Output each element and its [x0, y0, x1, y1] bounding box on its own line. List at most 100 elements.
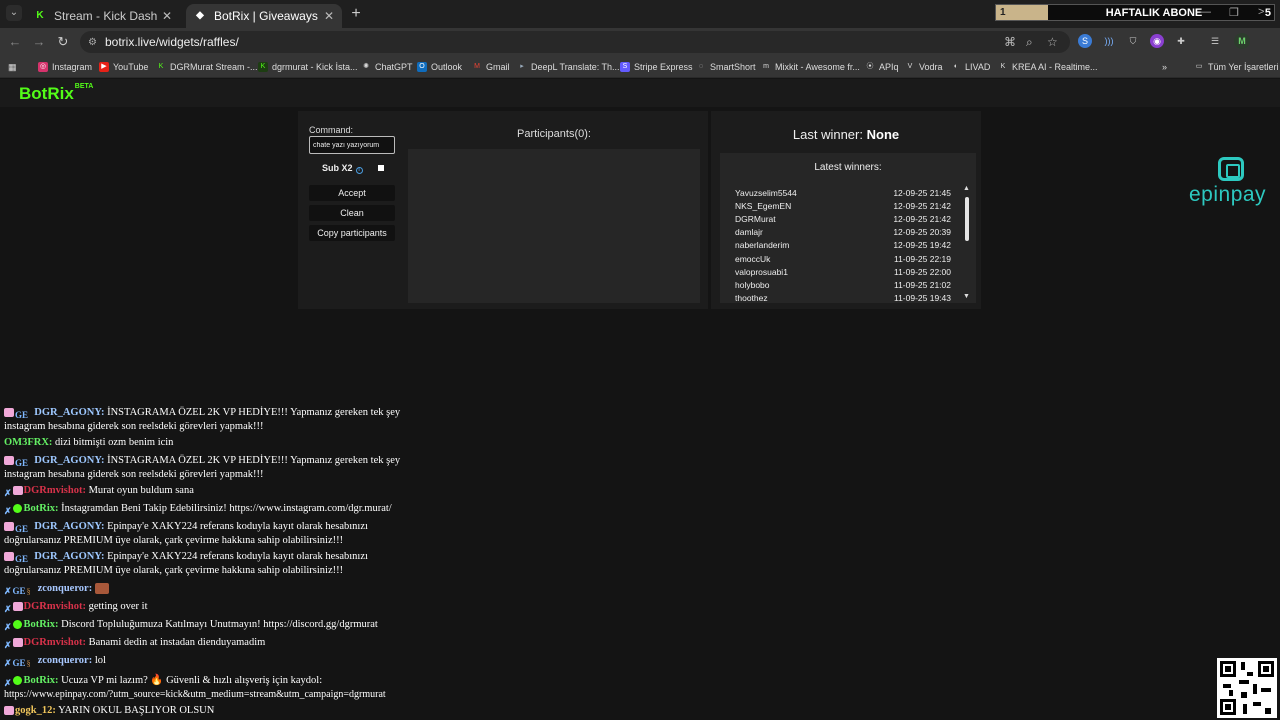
latest-winners-list[interactable]: Latest winners: Yavuzselim5544 12-09-25 2…	[720, 153, 976, 303]
bookmark-label: Tüm Yer İşaretleri	[1208, 62, 1279, 72]
bookmark-star-icon[interactable]: ☆	[1047, 31, 1058, 53]
chat-text: YARIN OKUL BAŞLIYOR OLSUN	[58, 705, 215, 716]
chat-message: ✗GE§ zconqueror:	[4, 581, 424, 596]
bookmark-mixkit[interactable]: m Mixkit - Awesome fr...	[761, 60, 860, 74]
chat-text: getting over it	[88, 601, 148, 612]
back-icon[interactable]: ←	[7, 34, 23, 50]
bookmark-chatgpt[interactable]: ✺ ChatGPT	[361, 60, 412, 74]
chat-text: Discord Topluluğumuza Katılmayı Unutmayı…	[61, 619, 378, 630]
bookmark-outlook[interactable]: O Outlook	[417, 60, 462, 74]
new-tab-button[interactable]: +	[346, 4, 366, 24]
translate-icon[interactable]: ⌘	[1004, 31, 1016, 53]
tab-search-chevron-icon[interactable]: ⌄	[6, 5, 22, 21]
winner-date: 11-09-25 22:19	[893, 254, 951, 264]
site-info-icon[interactable]: ⚙	[88, 37, 97, 48]
instagram-icon: ◎	[38, 62, 48, 72]
extensions-puzzle-icon[interactable]: ✚	[1174, 34, 1188, 48]
chat-username: DGRmvishot:	[23, 485, 86, 496]
winner-date: 12-09-25 21:42	[893, 201, 951, 211]
sub-x2-checkbox[interactable]	[378, 165, 384, 171]
logo-text: BotRix	[19, 84, 74, 103]
winner-date: 12-09-25 20:39	[893, 227, 951, 237]
zoom-icon[interactable]: ⌕	[1026, 31, 1033, 53]
participants-title: Participants(0):	[517, 128, 591, 140]
more-bookmarks-icon[interactable]: »	[1162, 60, 1167, 74]
chat-message-continued: doğrularsanız PREMIUM üye olarak, çark ç…	[4, 533, 424, 548]
reload-icon[interactable]: ↻	[55, 34, 71, 50]
winner-name: thoothez	[735, 293, 768, 303]
reading-list-icon[interactable]: ☰	[1208, 34, 1222, 48]
chat-message: GE DGR_AGONY: İNSTAGRAMA ÖZEL 2K VP HEDİ…	[4, 405, 424, 420]
winners-scrollbar[interactable]: ▲ ▼	[963, 185, 971, 303]
bookmark-livad[interactable]: ◐ LIVAD	[951, 60, 990, 74]
extension-s-icon[interactable]: S	[1078, 34, 1092, 48]
forward-icon[interactable]: →	[31, 34, 47, 50]
sword-badge-icon: ✗	[4, 506, 12, 517]
all-bookmarks-folder[interactable]: ▭ Tüm Yer İşaretleri	[1194, 60, 1279, 74]
bookmark-label: dgrmurat - Kick İsta...	[272, 62, 358, 72]
bookmark-gmail[interactable]: M Gmail	[472, 60, 509, 74]
accept-button[interactable]: Accept	[309, 185, 395, 201]
chat-username: DGR_AGONY:	[34, 455, 105, 466]
chat-text: dizi bitmişti ozm benim icin	[55, 437, 174, 448]
mixkit-icon: m	[763, 63, 769, 70]
winner-row: holybobo 11-09-25 21:02	[735, 280, 951, 293]
tab-kick-dashboard[interactable]: K Stream - Kick Dashboard ✕	[26, 4, 180, 28]
gift-badge-icon: §	[26, 587, 31, 597]
winner-name: naberlanderim	[735, 240, 790, 250]
bookmark-instagram[interactable]: ◎ Instagram	[38, 60, 92, 74]
bookmark-dgrmurat-stream[interactable]: K DGRMurat Stream -...	[156, 60, 258, 74]
command-input[interactable]	[309, 136, 395, 154]
close-tab-icon[interactable]: ✕	[324, 9, 334, 23]
scroll-down-icon[interactable]: ▼	[963, 293, 970, 300]
bookmark-apiq[interactable]: ⦿ APIq	[865, 60, 899, 74]
mod-badge-icon: GE	[12, 658, 26, 669]
bookmark-krea[interactable]: K KREA AI - Realtime...	[998, 60, 1098, 74]
botrix-logo[interactable]: BotRixBETA	[19, 83, 93, 104]
mod-badge-icon: GE	[15, 554, 29, 565]
chat-username: OM3FRX:	[4, 437, 53, 448]
epinpay-mark-icon	[1218, 157, 1244, 181]
minimize-icon[interactable]: —	[1200, 6, 1211, 18]
sword-badge-icon: ✗	[4, 586, 12, 597]
bookmark-label: DGRMurat Stream -...	[170, 62, 258, 72]
chat-message: GE DGR_AGONY: Epinpay'e XAKY224 referans…	[4, 549, 424, 564]
chat-username: BotRix:	[23, 503, 59, 514]
chat-message-continued: https://www.epinpay.com/?utm_source=kick…	[4, 687, 424, 702]
chat-text: Murat oyun buldum sana	[88, 485, 194, 496]
bookmark-deepl[interactable]: ▸ DeepL Translate: Th...	[517, 60, 619, 74]
winner-date: 12-09-25 21:42	[893, 214, 951, 224]
clean-button[interactable]: Clean	[309, 205, 395, 221]
extension-signal-icon[interactable]: )))	[1102, 34, 1116, 48]
bookmark-youtube[interactable]: ▶ YouTube	[99, 60, 148, 74]
apps-grid-icon[interactable]: ▦	[8, 60, 17, 74]
chat-text: Banami dedin at instadan dienduyamadim	[88, 637, 266, 648]
bookmark-vodra[interactable]: V Vodra	[905, 60, 943, 74]
extension-purple-icon[interactable]: ◉	[1150, 34, 1164, 48]
copy-participants-button[interactable]: Copy participants	[309, 225, 395, 241]
chat-message-continued: instagram hesabına giderek son reelsdeki…	[4, 419, 424, 434]
stripe-icon: S	[620, 62, 630, 72]
tab-title: Stream - Kick Dashboard	[54, 9, 158, 23]
close-tab-icon[interactable]: ✕	[162, 9, 172, 23]
chat-text: https://www.epinpay.com/?utm_source=kick…	[4, 689, 386, 700]
sub-goal-progress: 1	[996, 5, 1048, 20]
extension-shield-icon[interactable]: ⛉	[1126, 34, 1140, 48]
bookmark-dgrmurat-kick[interactable]: Kdgrmurat - Kick İsta...	[258, 60, 358, 74]
participants-list[interactable]	[408, 149, 700, 303]
bookmark-smartshort[interactable]: ◌ SmartShort	[696, 60, 756, 74]
chat-username: DGRmvishot:	[23, 637, 86, 648]
raffle-panel: Command: Sub X2i Accept Clean Copy parti…	[298, 111, 708, 309]
chat-text: doğrularsanız PREMIUM üye olarak, çark ç…	[4, 565, 344, 576]
tab-botrix-giveaways[interactable]: ◆ BotRix | Giveaways ✕	[186, 4, 342, 28]
latest-winners-title: Latest winners:	[814, 162, 882, 173]
restore-icon[interactable]: ❐	[1229, 6, 1239, 19]
address-bar[interactable]: ⚙ botrix.live/widgets/raffles/ ⌘ ⌕ ☆	[80, 31, 1070, 53]
info-icon[interactable]: i	[355, 167, 363, 174]
scrollbar-thumb[interactable]	[965, 197, 969, 241]
close-window-icon[interactable]: >	[1258, 6, 1264, 18]
scroll-up-icon[interactable]: ▲	[963, 185, 970, 192]
chat-text: instagram hesabına giderek son reelsdeki…	[4, 421, 264, 432]
bookmark-stripe[interactable]: S Stripe Express	[620, 60, 693, 74]
profile-avatar[interactable]: M	[1234, 33, 1250, 49]
